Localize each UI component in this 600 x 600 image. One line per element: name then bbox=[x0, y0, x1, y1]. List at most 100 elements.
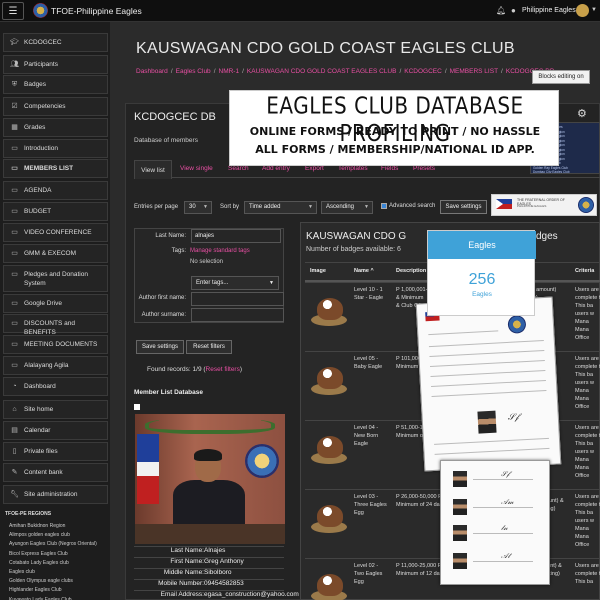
save-settings-button[interactable]: Save settings bbox=[440, 200, 487, 214]
badge-name[interactable]: Level 04 - New Born Eagle bbox=[354, 424, 394, 448]
sidebar-item-meeting-documents[interactable]: ▭ MEETING DOCUMENTS bbox=[3, 335, 108, 354]
sidebar-item-label: MEMBERS LIST bbox=[24, 165, 74, 172]
breadcrumb-link[interactable]: NMR-1 bbox=[219, 68, 240, 75]
tab-add-entry[interactable]: Add entry bbox=[262, 165, 290, 172]
site-logo[interactable] bbox=[33, 3, 48, 18]
breadcrumb-link[interactable]: MEMBERS LIST bbox=[450, 68, 498, 75]
tab-export[interactable]: Export bbox=[305, 165, 324, 172]
sidebar-item-label: BUDGET bbox=[24, 208, 52, 215]
badge-name[interactable]: Level 05 - Baby Eagle bbox=[354, 355, 394, 371]
badge-criteria-line: users w bbox=[575, 311, 594, 317]
bell-icon[interactable]: 🔔︎ bbox=[496, 6, 506, 15]
badge-name[interactable]: Level 10 - 1 Star - Eagle bbox=[354, 286, 394, 302]
save-settings-button[interactable]: Save settings bbox=[136, 340, 184, 354]
sidebar-item-introduction[interactable]: ▭ Introduction bbox=[3, 139, 108, 158]
breadcrumb-link[interactable]: KCDOGCEC bbox=[404, 68, 442, 75]
author-first-name-input[interactable] bbox=[191, 292, 284, 306]
sidebar-item-video-conference[interactable]: ▭ VIDEO CONFERENCE bbox=[3, 223, 108, 242]
site-title[interactable]: TFOE-Philippine Eagles bbox=[51, 6, 142, 16]
tab-search[interactable]: Search bbox=[228, 165, 249, 172]
region-link[interactable]: Cotabato Lady Eagles club bbox=[9, 560, 69, 566]
sidebar-item-content-bank[interactable]: ✎ Content bank bbox=[3, 463, 108, 482]
advanced-search-checkbox[interactable] bbox=[381, 203, 387, 209]
region-link[interactable]: Golden Olympus eagle clubs bbox=[9, 578, 73, 584]
breadcrumb-link[interactable]: Dashboard bbox=[136, 68, 168, 75]
badge-name-line: Level 05 - bbox=[354, 356, 379, 362]
badge-criteria: Users are a complete t This ba users w Mana M… bbox=[575, 286, 600, 342]
region-link[interactable]: Ayungon Eagles Club (Negros Oriental) bbox=[9, 541, 97, 547]
sidebar-item-alalayang-agila[interactable]: ▭ Alalayang Agila bbox=[3, 356, 108, 375]
avatar[interactable] bbox=[576, 4, 589, 17]
manage-tags-link[interactable]: Manage standard tags bbox=[190, 248, 250, 254]
badge-name[interactable]: Level 03 - Three Eagles Egg bbox=[354, 493, 394, 517]
badge-name-line: Egg bbox=[354, 510, 364, 516]
badge-criteria-line: Users are a bbox=[575, 494, 600, 500]
sidebar-item-label: VIDEO CONFERENCE bbox=[24, 229, 92, 236]
chevron-down-icon[interactable]: ▼ bbox=[591, 7, 597, 13]
sidebar-item-gmm-execom[interactable]: ▭ GMM & EXECOM bbox=[3, 244, 108, 263]
gear-icon[interactable]: ⚙ bbox=[577, 107, 587, 120]
sidebar-item-kcdogcec[interactable]: 🎓︎ KCDOGCEC bbox=[3, 33, 108, 52]
sidebar-item-discounts-and-benefits[interactable]: ▭ DISCOUNTS and BENEFITS bbox=[3, 314, 108, 336]
tags-select[interactable]: Enter tags... ▼ bbox=[191, 276, 279, 290]
folder-icon: ▭ bbox=[11, 320, 18, 327]
badge-criteria-line: users w bbox=[575, 518, 594, 524]
region-link[interactable]: Bicol Express Eagles Club bbox=[9, 551, 68, 557]
sidebar-item-site-administration[interactable]: 🔧︎ Site administration bbox=[3, 485, 108, 504]
col-name[interactable]: Name ^ bbox=[354, 268, 374, 274]
sidebar-item-agenda[interactable]: ▭ AGENDA bbox=[3, 181, 108, 200]
tab-fields[interactable]: Fields bbox=[381, 165, 398, 172]
sort-order-select[interactable]: Ascending ▼ bbox=[321, 201, 373, 214]
badge-criteria-line: Mana bbox=[575, 319, 589, 325]
sidebar-item-private-files[interactable]: ▯ Private files bbox=[3, 442, 108, 461]
badge-image[interactable] bbox=[309, 359, 349, 399]
user-name[interactable]: Philippine Eagles bbox=[522, 7, 576, 14]
sidebar-item-budget[interactable]: ▭ BUDGET bbox=[3, 202, 108, 221]
sidebar-item-pledges-and-donation-system[interactable]: ▭ Pledges and Donation System bbox=[3, 265, 108, 292]
select-entry-checkbox[interactable] bbox=[134, 404, 140, 410]
tab-templates[interactable]: Templates bbox=[338, 165, 368, 172]
sidebar-item-members-list[interactable]: ▭ MEMBERS LIST bbox=[3, 159, 108, 178]
badge-image[interactable] bbox=[309, 566, 349, 600]
folder-icon: ▭ bbox=[11, 187, 18, 194]
member-photo bbox=[135, 414, 285, 544]
sidebar-item-label: Calendar bbox=[24, 427, 51, 434]
sidebar-item-grades[interactable]: ▦ Grades bbox=[3, 118, 108, 137]
folder-icon: ▭ bbox=[11, 165, 18, 172]
sidebar-item-calendar[interactable]: ▤ Calendar bbox=[3, 421, 108, 440]
badge-image[interactable] bbox=[309, 497, 349, 537]
region-link[interactable]: Eagles club bbox=[9, 569, 35, 575]
sidebar-item-label: Badges bbox=[24, 81, 47, 88]
region-link[interactable]: Highlander Eagles Club bbox=[9, 587, 62, 593]
blocks-editing-button[interactable]: Blocks editing on bbox=[532, 70, 590, 84]
hamburger-menu-icon[interactable]: ☰ bbox=[2, 2, 24, 20]
membership-form-image: 𝒮𝒻 bbox=[415, 296, 562, 472]
region-link[interactable]: Amihan Bukidnon Region bbox=[9, 523, 65, 529]
last-name-label: Last Name: bbox=[155, 233, 186, 239]
region-link[interactable]: Kuyawato Lady Eagles Club bbox=[9, 597, 72, 600]
breadcrumb-link[interactable]: KAUSWAGAN CDO GOLD COAST EAGLES CLUB bbox=[247, 68, 397, 75]
sort-by-select[interactable]: Time added ▼ bbox=[244, 201, 317, 214]
tab-view-single[interactable]: View single bbox=[180, 165, 213, 172]
sidebar-item-badges[interactable]: ⛨ Badges bbox=[3, 75, 108, 94]
sidebar-item-participants[interactable]: 👥︎ Participants bbox=[3, 55, 108, 74]
badge-name[interactable]: Level 02 - Two Eagles Egg bbox=[354, 562, 394, 586]
last-name-input[interactable]: alnajes bbox=[191, 229, 281, 243]
reset-filters-button[interactable]: Reset filters bbox=[186, 340, 232, 354]
badge-image[interactable] bbox=[309, 428, 349, 468]
region-link[interactable]: Alimpos golden eagles club bbox=[9, 532, 70, 538]
breadcrumb-link[interactable]: Eagles Club bbox=[176, 68, 211, 75]
chat-icon[interactable]: ● bbox=[511, 6, 516, 15]
tab-view-list[interactable]: View list bbox=[134, 160, 172, 179]
badge-image[interactable] bbox=[309, 290, 349, 330]
tab-presets[interactable]: Presets bbox=[413, 165, 435, 172]
eagles-stat-number: 256 bbox=[468, 271, 496, 288]
badge-criteria-line: Users are a bbox=[575, 425, 600, 431]
sidebar-item-site-home[interactable]: ⌂ Site home bbox=[3, 400, 108, 419]
reset-filters-link[interactable]: Reset filters bbox=[206, 366, 240, 373]
sidebar-item-dashboard[interactable]: ◔ Dashboard bbox=[3, 377, 108, 396]
entries-per-page-select[interactable]: 30 ▼ bbox=[184, 201, 212, 214]
sidebar-item-competencies[interactable]: ☑ Competencies bbox=[3, 97, 108, 116]
author-surname-input[interactable] bbox=[191, 308, 284, 322]
sidebar-item-google-drive[interactable]: ▭ Google Drive bbox=[3, 294, 108, 313]
